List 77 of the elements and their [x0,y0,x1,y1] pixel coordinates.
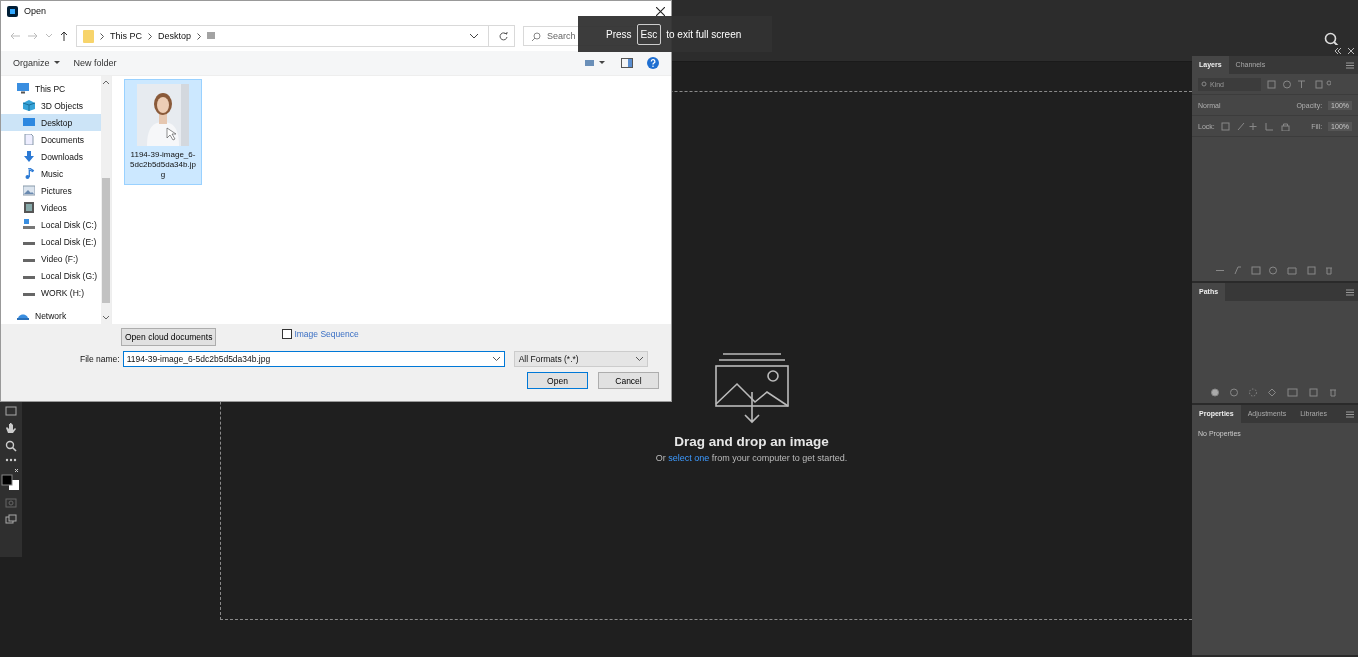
notice-text: Press [606,28,632,40]
address-bar[interactable]: This PC Desktop llll [76,25,515,47]
nav-item[interactable]: Local Disk (G:) [1,267,101,284]
nav-item[interactable]: Video (F:) [1,250,101,267]
nav-item[interactable]: Local Disk (C:) [1,216,101,233]
open-button[interactable]: Open [527,372,588,389]
caret-icon[interactable] [470,33,478,39]
checkbox-label[interactable]: Image Sequence [294,329,359,339]
drop-hint: Or select one from your computer to get started. [655,453,848,463]
breadcrumb-item[interactable]: This PC [110,31,142,41]
select-link[interactable]: select one [668,453,710,463]
view-options-icon[interactable] [585,59,607,67]
drive-icon [23,219,35,230]
cube-icon [23,100,35,111]
preview-pane-icon[interactable] [621,58,633,68]
cancel-button[interactable]: Cancel [598,372,659,389]
breadcrumb-item[interactable]: llll [207,31,216,41]
nav-item[interactable]: Pictures [1,182,101,199]
file-name: 1194-39-image_6-5dc2b5d5da34b.jpg [129,150,197,180]
file-name-label: File name: [80,354,120,364]
scroll-down-icon[interactable] [103,316,109,320]
down-arrow-icon [23,151,35,162]
nav-item[interactable]: WORK (H:) [1,284,101,301]
more-tools-icon[interactable] [5,458,17,462]
folder-icon [83,29,94,43]
nav-item[interactable]: Videos [1,199,101,216]
close-icon[interactable] [1348,47,1354,54]
nav-item[interactable]: Downloads [1,148,101,165]
menu-icon[interactable] [1346,410,1354,418]
film-icon [23,202,35,213]
nav-item[interactable]: Music [1,165,101,182]
window-title: Open [24,6,47,16]
caret-icon [635,357,643,361]
scrollbar[interactable] [101,76,111,324]
screen-mode-icon[interactable] [5,514,17,524]
document-icon [23,134,35,145]
new-folder-button[interactable]: New folder [73,58,117,68]
file-item[interactable]: 1194-39-image_6-5dc2b5d5da34b.jpg [124,79,202,185]
monitor-icon [23,117,35,128]
music-note-icon [23,168,35,179]
nav-item[interactable]: Desktop [1,114,101,131]
organize-menu[interactable]: Organize [13,58,60,68]
notice-text: to exit full screen [666,28,742,40]
chevron-icon [100,32,104,40]
breadcrumb-item[interactable]: Desktop [158,31,192,41]
search-icon [532,31,541,41]
nav-item[interactable]: 3D Objects [1,97,101,114]
drop-title: Drag and drop an image [674,434,829,449]
zoom-tool-icon[interactable] [5,440,17,452]
computer-icon [17,83,29,94]
close-icon[interactable] [656,6,665,16]
file-type-dropdown[interactable]: All Formats (*.*) [513,351,648,367]
checkbox[interactable] [282,329,293,339]
scroll-up-icon[interactable] [103,80,109,84]
menu-icon[interactable] [1346,288,1354,296]
search-icon [1201,80,1208,88]
nav-item[interactable]: This PC [1,80,101,97]
key-cap: Esc [636,23,662,45]
chevron-icon [148,32,152,40]
collapse-icon[interactable] [1334,47,1342,54]
up-icon[interactable] [60,31,68,41]
picture-icon [23,185,35,196]
chevron-icon [197,32,202,40]
file-name-field[interactable]: 1194-39-image_6-5dc2b5d5da34b.jpg [122,351,505,367]
caret-icon[interactable] [492,357,500,361]
menu-icon[interactable] [1346,61,1354,69]
marquee-tool-icon[interactable] [5,406,17,416]
open-cloud-documents-button[interactable]: Open cloud documents [121,328,217,346]
hand-tool-icon[interactable] [5,422,17,434]
refresh-icon[interactable] [499,31,508,41]
help-icon[interactable] [647,57,659,69]
nav-item[interactable]: Local Disk (E:) [1,233,101,250]
search-icon[interactable] [1324,32,1340,48]
nav-item[interactable]: Network [1,307,101,324]
nav-item[interactable]: Documents [1,131,101,148]
color-swatches-icon[interactable] [1,468,21,492]
app-icon [7,5,18,17]
